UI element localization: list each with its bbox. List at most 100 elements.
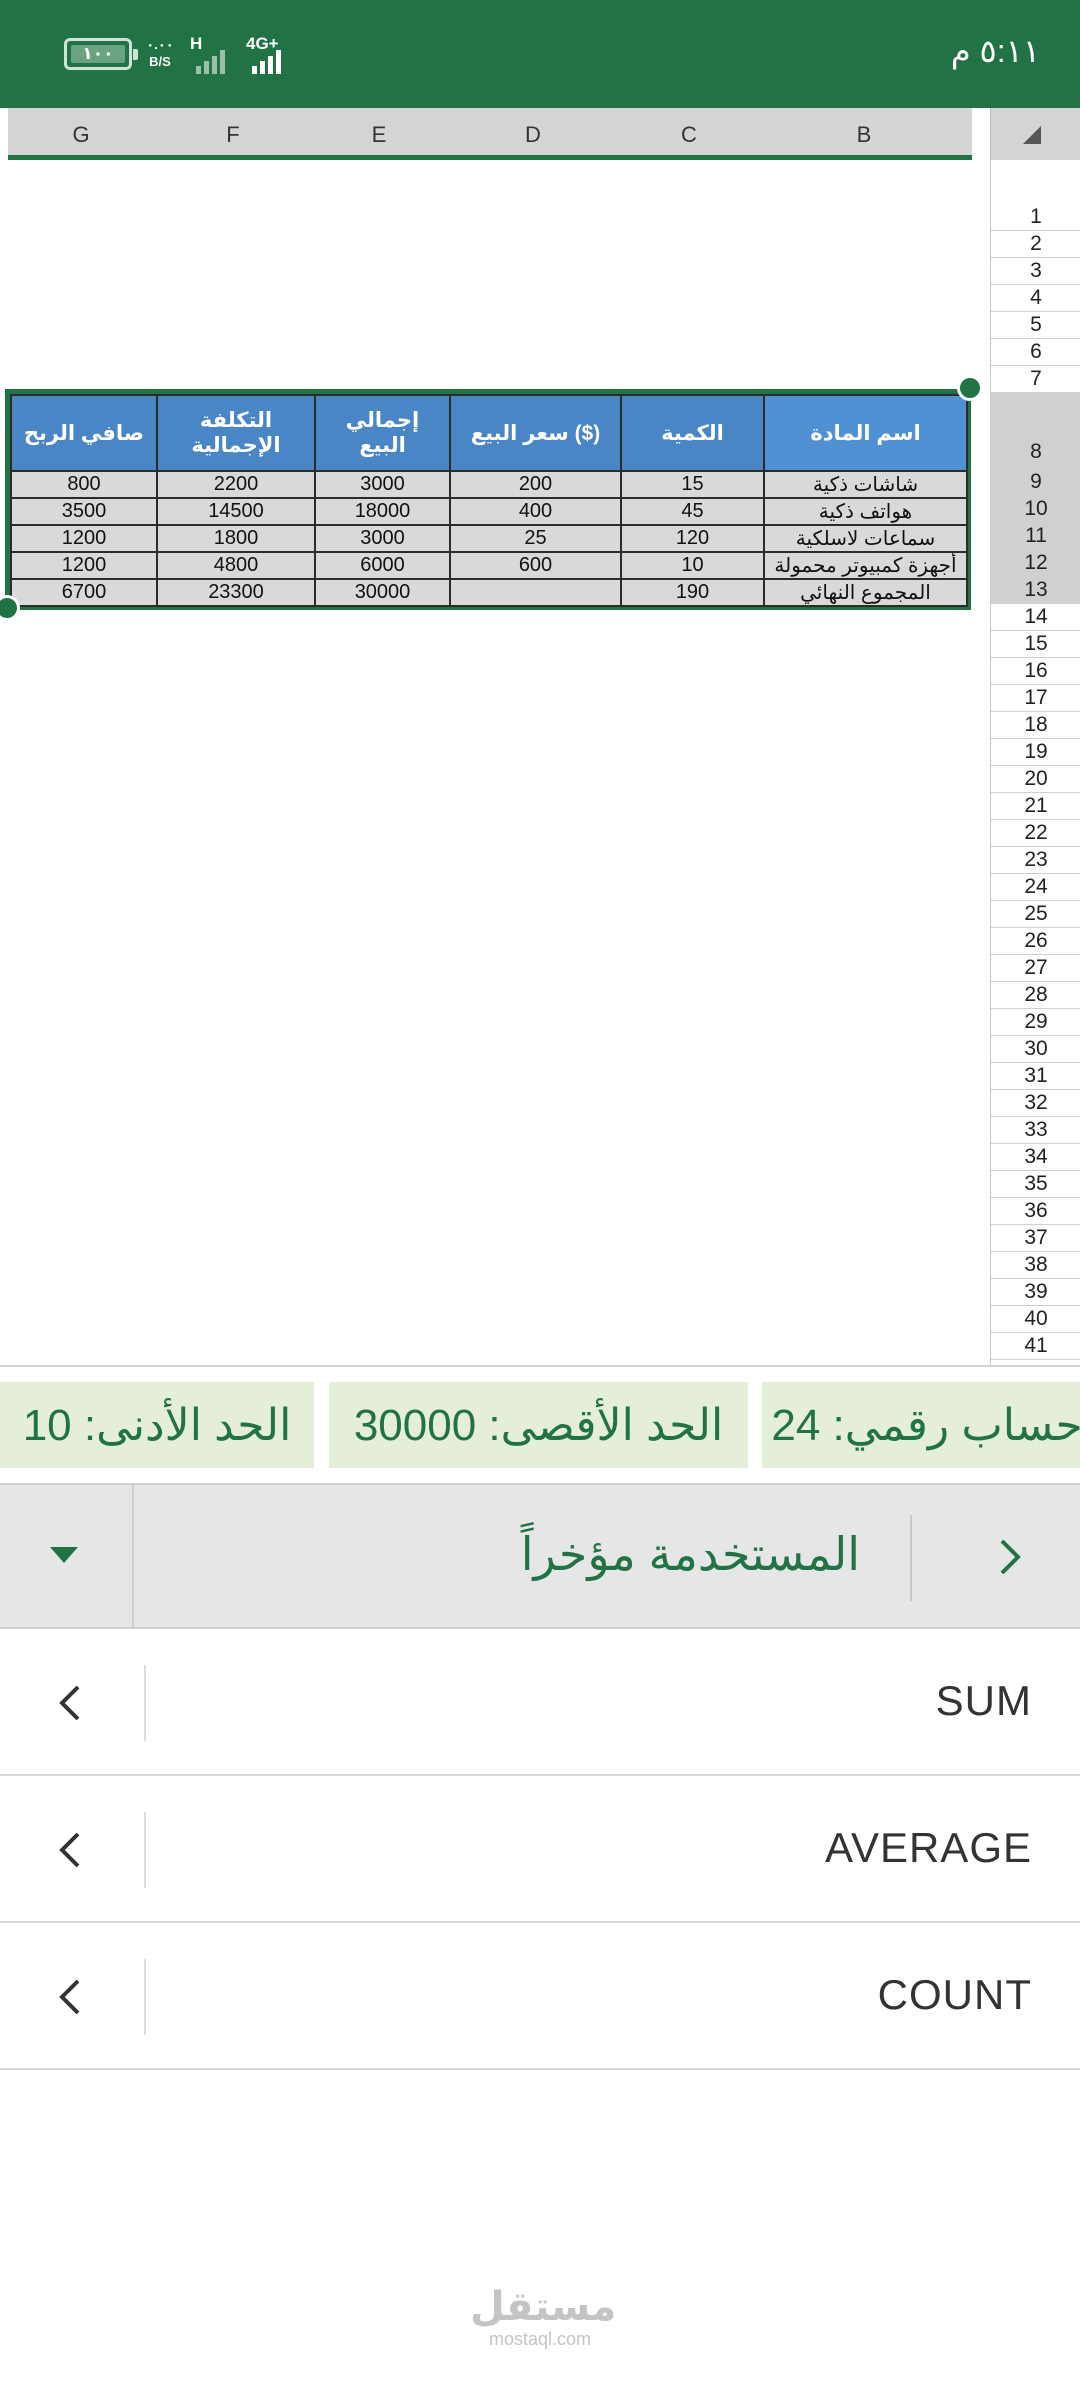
select-all-corner[interactable] [990,108,1080,160]
row-header[interactable]: 36 [991,1198,1080,1225]
column-header-d[interactable]: D [503,122,563,148]
row-header[interactable]: 24 [991,874,1080,901]
column-header-f[interactable]: F [203,122,263,148]
function-item-average[interactable]: AVERAGE [0,1776,1080,1923]
row-header[interactable]: 3 [991,258,1080,285]
row-header[interactable]: 39 [991,1279,1080,1306]
table-cell[interactable]: 10 [620,551,765,580]
row-header[interactable]: 2 [991,231,1080,258]
table-cell[interactable]: 45 [620,497,765,526]
table-cell[interactable]: 18000 [314,497,451,526]
row-header[interactable]: 6 [991,339,1080,366]
row-header[interactable]: 25 [991,901,1080,928]
table-cell[interactable]: 1200 [10,551,158,580]
dropdown-triangle-icon[interactable] [46,1543,82,1572]
table-cell[interactable]: المجموع النهائي [763,578,968,607]
column-header-e[interactable]: E [349,122,409,148]
row-header[interactable]: 27 [991,955,1080,982]
row-header[interactable]: 33 [991,1117,1080,1144]
table-cell[interactable]: 3000 [314,524,451,553]
count-stat-chip[interactable]: حساب رقمي: 24 [762,1382,1080,1468]
table-cell[interactable]: 1800 [156,524,316,553]
row-header[interactable]: 5 [991,312,1080,339]
row-header[interactable]: 10 [991,496,1080,523]
row-header[interactable]: 19 [991,739,1080,766]
table-cell[interactable]: 25 [449,524,622,553]
row-header[interactable]: 12 [991,550,1080,577]
row-header[interactable]: 37 [991,1225,1080,1252]
row-header[interactable]: 32 [991,1090,1080,1117]
table-cell[interactable]: 3500 [10,497,158,526]
table-cell[interactable] [449,578,622,607]
table-cell[interactable]: 200 [449,470,622,499]
selected-table[interactable]: صافي الربح التكلفة الإجمالية إجمالي البي… [5,389,971,610]
row-header[interactable]: 40 [991,1306,1080,1333]
row-header[interactable]: 31 [991,1063,1080,1090]
row-header[interactable]: 35 [991,1171,1080,1198]
table-cell[interactable]: 23300 [156,578,316,607]
table-cell[interactable]: 14500 [156,497,316,526]
table-cell[interactable]: 6000 [314,551,451,580]
row-header[interactable]: 17 [991,685,1080,712]
sheet-grid[interactable] [0,160,990,1365]
chevron-left-icon[interactable] [56,1975,84,2024]
function-category-selector[interactable]: المستخدمة مؤخراً [0,1483,1080,1631]
row-header[interactable]: 13 [991,577,1080,604]
table-cell[interactable]: 4800 [156,551,316,580]
header-net-profit[interactable]: صافي الربح [10,394,158,472]
table-cell[interactable]: 400 [449,497,622,526]
table-cell[interactable]: 800 [10,470,158,499]
row-header[interactable]: 23 [991,847,1080,874]
battery-level: ١٠٠ [82,44,114,63]
selection-handle-top-right[interactable] [957,375,983,401]
row-header[interactable]: 21 [991,793,1080,820]
row-header[interactable]: 18 [991,712,1080,739]
row-header[interactable]: 22 [991,820,1080,847]
chevron-right-icon[interactable] [990,1535,1030,1584]
header-total-cost[interactable]: التكلفة الإجمالية [156,394,316,472]
row-header[interactable]: 9 [991,469,1080,496]
table-cell[interactable]: 600 [449,551,622,580]
row-header[interactable]: 26 [991,928,1080,955]
row-header[interactable]: 11 [991,523,1080,550]
chevron-left-icon[interactable] [56,1828,84,1877]
row-header[interactable]: 14 [991,604,1080,631]
table-cell[interactable]: سماعات لاسلكية [763,524,968,553]
row-header[interactable]: 28 [991,982,1080,1009]
header-quantity[interactable]: الكمية [620,394,765,472]
row-header[interactable]: 15 [991,631,1080,658]
column-header-b[interactable]: B [834,122,894,148]
row-header[interactable]: 20 [991,766,1080,793]
chevron-left-icon[interactable] [56,1681,84,1730]
row-header[interactable]: 8 [991,393,1080,469]
row-header[interactable]: 16 [991,658,1080,685]
column-header-g[interactable]: G [51,122,111,148]
header-sale-price[interactable]: سعر البيع ($) [449,394,622,472]
row-header[interactable]: 38 [991,1252,1080,1279]
row-header[interactable]: 30 [991,1036,1080,1063]
column-header-c[interactable]: C [659,122,719,148]
table-cell[interactable]: شاشات ذكية [763,470,968,499]
row-header[interactable]: 1 [991,204,1080,231]
min-stat-chip[interactable]: الحد الأدنى: 10 [0,1382,314,1468]
table-cell[interactable]: هواتف ذكية [763,497,968,526]
header-item-name[interactable]: اسم المادة [763,394,968,472]
table-cell[interactable]: 3000 [314,470,451,499]
function-item-count[interactable]: COUNT [0,1923,1080,2070]
row-header[interactable]: 7 [991,366,1080,393]
table-cell[interactable]: 1200 [10,524,158,553]
table-cell[interactable]: 2200 [156,470,316,499]
table-cell[interactable]: أجهزة كمبيوتر محمولة [763,551,968,580]
row-header[interactable]: 41 [991,1333,1080,1360]
max-stat-chip[interactable]: الحد الأقصى: 30000 [329,1382,748,1468]
table-cell[interactable]: 6700 [10,578,158,607]
table-cell[interactable]: 190 [620,578,765,607]
table-cell[interactable]: 15 [620,470,765,499]
row-header[interactable]: 29 [991,1009,1080,1036]
row-header[interactable]: 4 [991,285,1080,312]
table-cell[interactable]: 30000 [314,578,451,607]
row-header[interactable]: 34 [991,1144,1080,1171]
function-item-sum[interactable]: SUM [0,1629,1080,1776]
header-total-sales[interactable]: إجمالي البيع [314,394,451,472]
table-cell[interactable]: 120 [620,524,765,553]
